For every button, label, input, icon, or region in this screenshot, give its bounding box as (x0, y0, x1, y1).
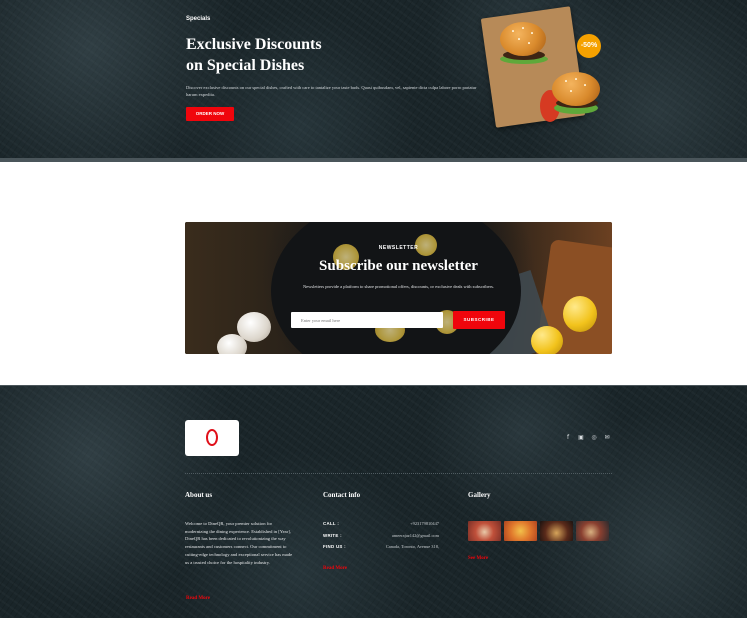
instagram-icon[interactable]: ◎ (590, 434, 598, 442)
about-title: About us (185, 491, 213, 499)
find-label: FIND US : (323, 544, 346, 549)
hero-description: Discover exclusive discounts on our spec… (186, 85, 477, 97)
logo[interactable] (185, 420, 239, 456)
hero-title-line2: on Special Dishes (186, 57, 305, 74)
newsletter-section: NEWSLETTER Subscribe our newsletter News… (185, 222, 612, 354)
gallery-see-more-link[interactable]: See More (468, 556, 488, 561)
hero-section: Specials Exclusive Discounts on Special … (0, 0, 747, 160)
email-icon[interactable]: ✉ (603, 434, 611, 442)
facebook-icon[interactable]: f (564, 434, 572, 442)
social-links: f ▣ ◎ ✉ (564, 434, 611, 442)
order-now-button[interactable]: ORDER NOW (186, 107, 234, 121)
gallery-thumb[interactable] (540, 521, 573, 541)
newsletter-headline: Subscribe our newsletter (319, 258, 478, 274)
gallery-grid (468, 521, 609, 541)
newsletter-subtitle: Newsletters provide a platform to share … (302, 284, 495, 289)
hero-title: Exclusive Discounts on Special Dishes (186, 34, 386, 76)
footer-dotted-divider (185, 473, 612, 474)
hero-divider (0, 158, 747, 162)
footer: f ▣ ◎ ✉ About us Welcome to DineQR, your… (0, 386, 747, 618)
email-input[interactable] (291, 312, 443, 328)
hero-title-line1: Exclusive Discounts (186, 36, 322, 53)
about-read-more-link[interactable]: Read More (186, 596, 210, 601)
about-text: Welcome to DineQR, your premier solution… (185, 521, 293, 565)
contact-title: Contact info (323, 491, 361, 499)
call-value[interactable]: +923179810447 (410, 521, 439, 526)
linkedin-icon[interactable]: ▣ (577, 434, 585, 442)
logo-mark-icon (206, 429, 218, 446)
hero-tag: Specials (186, 16, 211, 22)
gallery-title: Gallery (468, 491, 491, 499)
lemon-image (531, 326, 563, 354)
discount-badge: -50% (577, 34, 601, 58)
write-label: WRITE : (323, 533, 342, 538)
newsletter-label: NEWSLETTER (378, 245, 419, 251)
gallery-thumb[interactable] (576, 521, 609, 541)
write-value[interactable]: ameerajaz142@gmail.com (392, 533, 439, 538)
garlic-image (217, 334, 247, 354)
gallery-thumb[interactable] (504, 521, 537, 541)
subscribe-button[interactable]: SUBSCRIBE (453, 311, 505, 329)
find-value: Canada, Toronto, Avenue 318, (385, 544, 439, 549)
contact-read-more-link[interactable]: Read More (323, 566, 347, 571)
call-label: CALL : (323, 521, 340, 526)
lemon-image (563, 296, 597, 332)
gallery-thumb[interactable] (468, 521, 501, 541)
